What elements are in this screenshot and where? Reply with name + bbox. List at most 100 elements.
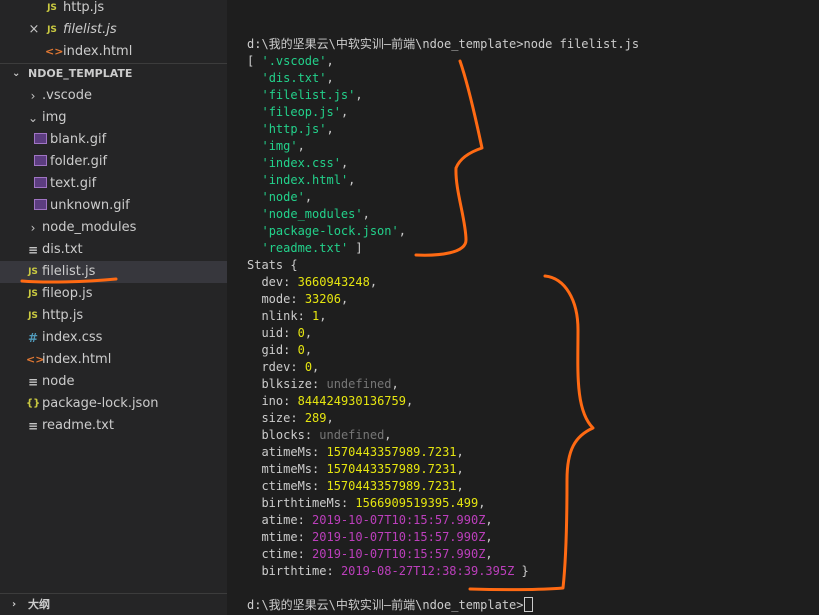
colon: : (297, 547, 313, 561)
tree-item--vscode[interactable]: › .vscode (0, 85, 227, 107)
comma: , (485, 530, 493, 544)
tree-item-node[interactable]: ≡ node (0, 371, 227, 393)
colon: : (297, 530, 313, 544)
stat-value: 2019-10-07T10:15:57.990Z (312, 513, 486, 527)
tree-item-blank-gif[interactable]: blank.gif (0, 129, 227, 151)
terminal-line: Stats { (247, 257, 639, 274)
colon: : (312, 377, 327, 391)
file-label: index.css (42, 330, 103, 345)
file-name-string: readme.txt (268, 241, 341, 255)
stat-key: atime (261, 513, 298, 527)
terminal-line: 'img', (247, 138, 639, 155)
open-editor-index-html[interactable]: <> index.html (0, 41, 227, 63)
file-name-string: node (268, 190, 298, 204)
stat-value: 0 (304, 360, 313, 374)
close-icon[interactable]: × (27, 19, 41, 41)
workspace-section-header[interactable]: ⌄ NDOE_TEMPLATE (0, 63, 227, 85)
stat-value: 33206 (304, 292, 341, 306)
colon: : (304, 428, 320, 442)
terminal-output[interactable]: d:\我的坚果云\中软实训—前端\ndoe_template> node file… (247, 36, 639, 614)
quote: ' (333, 156, 341, 170)
colon: : (312, 445, 327, 459)
comma: , (326, 411, 334, 425)
terminal-line: birthtime: 2019-08-27T12:38:39.395Z } (247, 563, 639, 580)
terminal-line: [ '.vscode', (247, 53, 639, 70)
tree-item-text-gif[interactable]: text.gif (0, 173, 227, 195)
stat-value: 1570443357989.7231 (326, 462, 457, 476)
outline-title: 大纲 (28, 598, 50, 611)
comma: , (340, 105, 349, 119)
bracket (247, 190, 261, 204)
explorer-sidebar: JS http.js × JS filelist.js <> index.html ⌄ ND… (0, 0, 227, 615)
quote: ' (355, 207, 363, 221)
terminal-line: 'fileop.js', (247, 104, 639, 121)
bracket (247, 224, 261, 238)
tree-item-fileop-js[interactable]: JS fileop.js (0, 283, 227, 305)
terminal-line: blocks: undefined, (247, 427, 639, 444)
file-name-string: index.css (268, 156, 334, 170)
comma: , (319, 309, 327, 323)
comma: , (304, 326, 313, 340)
tree-item-img[interactable]: ⌄ img (0, 107, 227, 129)
file-name-string: dis.txt (268, 71, 320, 85)
stat-value: undefined (326, 377, 392, 391)
comma: , (348, 173, 356, 187)
terminal-line: birthtimeMs: 1566909519395.499, (247, 495, 639, 512)
comma: , (405, 394, 414, 408)
terminal-line: 'readme.txt' ] (247, 240, 639, 257)
comma: , (312, 360, 320, 374)
file-label: http.js (63, 0, 105, 15)
text-file-icon: ≡ (27, 419, 39, 433)
tree-item-dis-txt[interactable]: ≡ dis.txt (0, 239, 227, 261)
tree-item-node-modules[interactable]: › node_modules (0, 217, 227, 239)
terminal-line: mode: 33206, (247, 291, 639, 308)
tree-item-folder-gif[interactable]: folder.gif (0, 151, 227, 173)
workspace-title: NDOE_TEMPLATE (28, 67, 133, 80)
file-name-string: img (268, 139, 291, 153)
terminal-line: dev: 3660943248, (247, 274, 639, 291)
tree-item-filelist-js[interactable]: JS filelist.js (0, 261, 227, 283)
stat-key: mtime (261, 530, 298, 544)
image-file-icon (33, 195, 47, 217)
terminal-line: uid: 0, (247, 325, 639, 342)
file-label: .vscode (42, 88, 92, 103)
tree-item-http-js[interactable]: JS http.js (0, 305, 227, 327)
comma: , (326, 122, 334, 136)
tree-item-index-css[interactable]: # index.css (0, 327, 227, 349)
terminal-line: atimeMs: 1570443357989.7231, (247, 444, 639, 461)
comma: , (456, 462, 464, 476)
terminal-cursor[interactable] (523, 596, 533, 612)
quote: ' (391, 224, 399, 238)
tree-item-index-html[interactable]: <> index.html (0, 349, 227, 371)
open-editor-filelist-js[interactable]: × JS filelist.js (0, 19, 227, 41)
js-file-icon: JS (28, 311, 38, 321)
tree-item-package-lock-json[interactable]: {} package-lock.json (0, 393, 227, 415)
bracket (247, 173, 261, 187)
quote: ' (333, 105, 341, 119)
js-file-icon: JS (28, 289, 38, 299)
quote: ' (261, 224, 269, 238)
outline-section-header[interactable]: › 大纲 (0, 594, 227, 615)
bracket (247, 88, 261, 102)
bracket (247, 207, 261, 221)
js-file-icon: JS (28, 267, 38, 277)
html-file-icon: <> (26, 353, 45, 366)
stat-key: mtimeMs (261, 462, 313, 476)
tree-item-unknown-gif[interactable]: unknown.gif (0, 195, 227, 217)
file-name-string: .vscode (268, 54, 320, 68)
terminal-line: 'dis.txt', (247, 70, 639, 87)
tree-item-readme-txt[interactable]: ≡ readme.txt (0, 415, 227, 437)
comma: , (398, 224, 406, 238)
stats-open: Stats { (247, 258, 298, 272)
open-editor-http-js[interactable]: JS http.js (0, 0, 227, 19)
file-label: fileop.js (42, 286, 93, 301)
quote: ' (261, 173, 269, 187)
